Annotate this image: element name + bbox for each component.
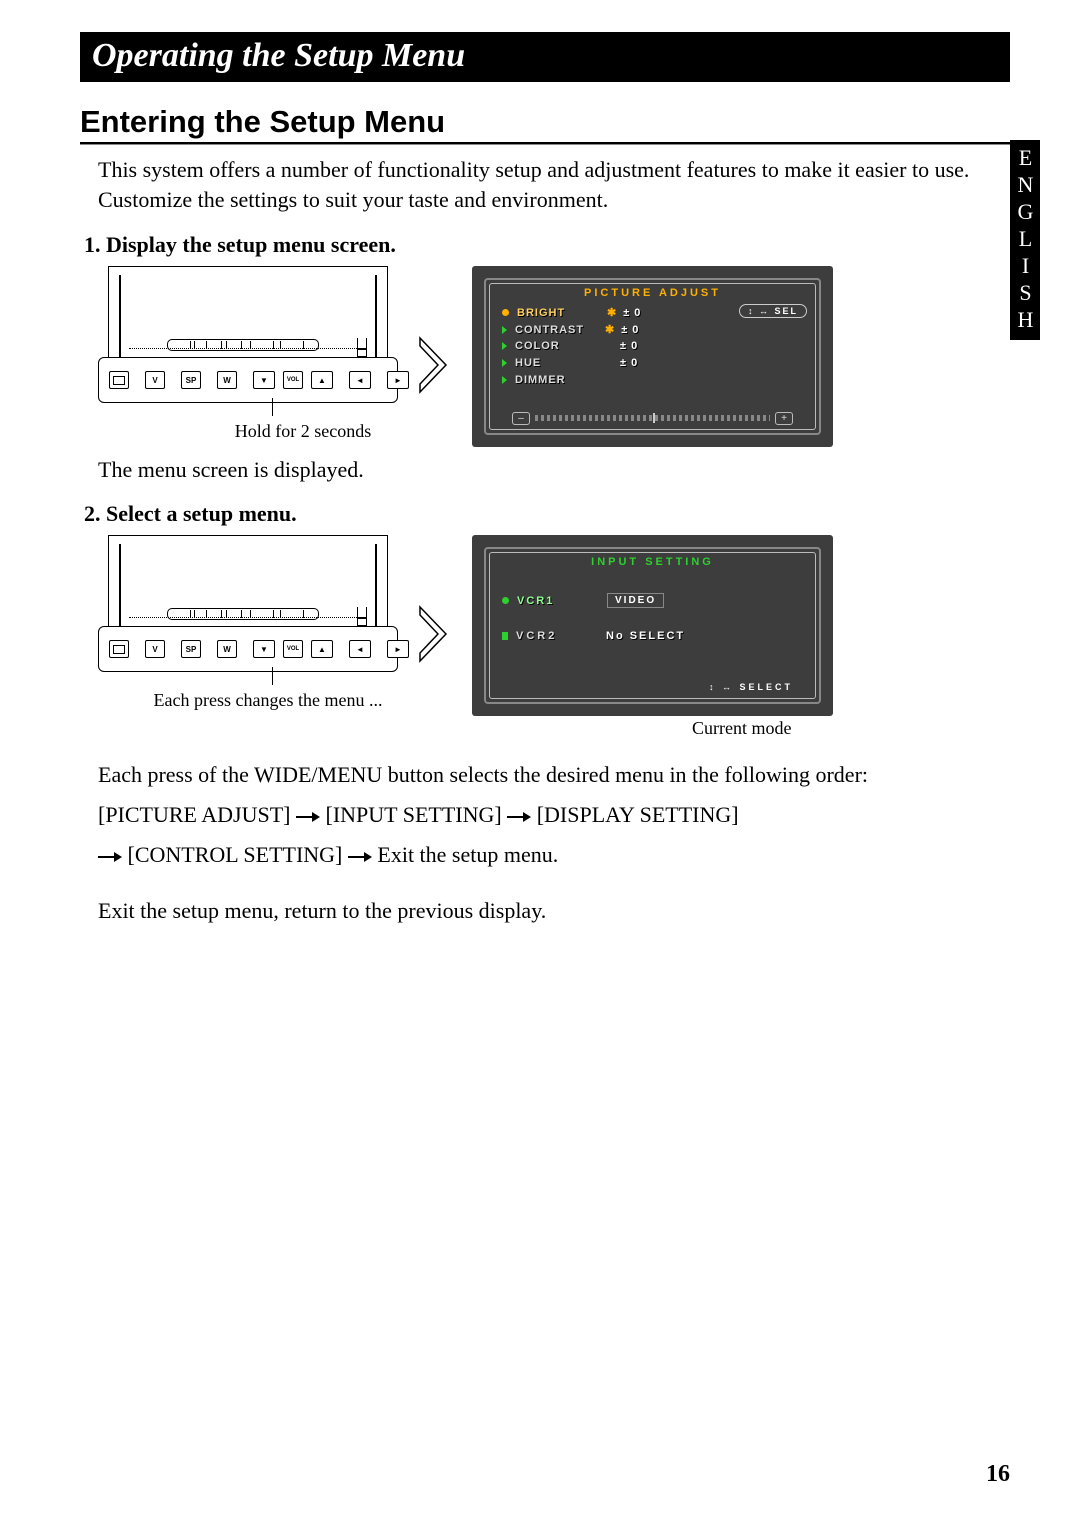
minus-icon: –	[512, 412, 530, 425]
intro-paragraph: This system offers a number of functiona…	[98, 155, 1010, 214]
panel-button-vol-up: ▲	[311, 371, 333, 389]
osd1-title: PICTURE ADJUST	[584, 287, 721, 299]
osd1-row2-value: ± 0	[620, 340, 638, 352]
panel-button-sp: SP	[181, 371, 201, 389]
osd1-row2-label: COLOR	[515, 340, 599, 352]
osd1-row1-value: ± 0	[621, 324, 639, 336]
osd2-title: INPUT SETTING	[591, 556, 714, 568]
step-2-figure-row: V SP W ▼ VOL ▲ ◄ ► Each press changes th…	[98, 535, 1010, 739]
osd2-row1-value: No SELECT	[606, 630, 685, 642]
step-1-after-text: The menu screen is displayed.	[98, 457, 1010, 483]
arrow-icon	[418, 605, 452, 668]
panel-button-v: V	[145, 640, 165, 658]
osd1-slider: – +	[512, 411, 793, 425]
panel-button-w: W	[217, 640, 237, 658]
osd1-row3-value: ± 0	[620, 357, 638, 369]
marker-triangle-icon	[502, 359, 507, 367]
panel-button-power	[109, 640, 129, 658]
manual-page: ENGLISH Operating the Setup Menu Enterin…	[0, 0, 1080, 1533]
osd1-row0-label: BRIGHT	[517, 307, 601, 319]
seq-item-4: Exit the setup menu.	[377, 842, 558, 867]
panel-button-vol-label: VOL	[283, 371, 303, 389]
osd1-row3-label: HUE	[515, 357, 599, 369]
panel-button-right: ►	[387, 640, 409, 658]
marker-triangle-icon	[502, 342, 507, 350]
panel-button-left: ◄	[349, 640, 371, 658]
osd1-sel-label: SEL	[774, 306, 798, 316]
device-button-panel: V SP W ▼ VOL ▲ ◄ ►	[98, 357, 398, 403]
marker-triangle-icon	[502, 376, 507, 384]
osd1-sel-pill: ↕ ↔ SEL	[739, 304, 807, 318]
panel-button-right: ►	[387, 371, 409, 389]
panel-button-power	[109, 371, 129, 389]
osd-picture-adjust: PICTURE ADJUST ↕ ↔ SEL BRIGHT✱± 0 CONTRA…	[472, 266, 833, 447]
osd2-row1-label: VCR2	[516, 630, 600, 642]
device-screen	[108, 266, 388, 357]
osd1-row0-value: ± 0	[623, 307, 641, 319]
seq-item-1: [INPUT SETTING]	[326, 802, 502, 827]
osd1-row4-label: DIMMER	[515, 374, 599, 386]
marker-dot-icon	[502, 597, 509, 604]
marker-dot-icon	[502, 309, 509, 316]
step-1-figure-row: V SP W ▼ VOL ▲ ◄ ► Hold for 2 seconds	[98, 266, 1010, 447]
osd-input-setting: INPUT SETTING VCR1 VIDEO VCR2 No SELECT ↕ …	[472, 535, 833, 716]
heading-rule	[80, 142, 1010, 145]
arrow-icon	[418, 336, 452, 399]
panel-button-w: W	[217, 371, 237, 389]
panel-button-vol-label: VOL	[283, 640, 303, 658]
sequence-intro: Each press of the WIDE/MENU button selec…	[98, 755, 1010, 795]
osd2-hint: ↕ ↔ SELECT	[709, 682, 793, 692]
marker-square-icon	[502, 632, 508, 640]
arrow-right-icon	[296, 812, 320, 822]
language-tab: ENGLISH	[1010, 140, 1040, 340]
arrow-right-icon	[348, 852, 372, 862]
osd2-row0-value: VIDEO	[607, 593, 664, 608]
step-2-title: 2. Select a setup menu.	[84, 501, 1010, 527]
current-mode-caption: Current mode	[692, 718, 833, 739]
panel-button-left: ◄	[349, 371, 371, 389]
exit-text: Exit the setup menu, return to the previ…	[98, 898, 1010, 924]
device-illustration: V SP W ▼ VOL ▲ ◄ ► Hold for 2 seconds	[98, 266, 398, 442]
plus-icon: +	[775, 412, 793, 425]
each-press-caption: Each press changes the menu ...	[138, 690, 398, 711]
arrow-right-icon	[507, 812, 531, 822]
sequence-paragraph: Each press of the WIDE/MENU button selec…	[98, 755, 1010, 874]
osd1-row1-label: CONTRAST	[515, 324, 599, 336]
arrow-right-icon	[98, 852, 122, 862]
step-1-title: 1. Display the setup menu screen.	[84, 232, 1010, 258]
device-illustration-2: V SP W ▼ VOL ▲ ◄ ► Each press changes th…	[98, 535, 398, 711]
panel-button-sp: SP	[181, 640, 201, 658]
marker-triangle-icon	[502, 326, 507, 334]
seq-item-0: [PICTURE ADJUST]	[98, 802, 291, 827]
panel-button-vol-up: ▲	[311, 640, 333, 658]
panel-button-vol-down: ▼	[253, 640, 275, 658]
seq-item-3: [CONTROL SETTING]	[128, 842, 343, 867]
seq-item-2: [DISPLAY SETTING]	[537, 802, 739, 827]
panel-button-v: V	[145, 371, 165, 389]
section-heading: Entering the Setup Menu	[80, 104, 1010, 140]
osd2-row0-label: VCR1	[517, 595, 601, 607]
chapter-title-bar: Operating the Setup Menu	[80, 32, 1010, 82]
panel-button-vol-down: ▼	[253, 371, 275, 389]
hold-caption: Hold for 2 seconds	[208, 421, 398, 442]
page-number: 16	[986, 1461, 1010, 1488]
